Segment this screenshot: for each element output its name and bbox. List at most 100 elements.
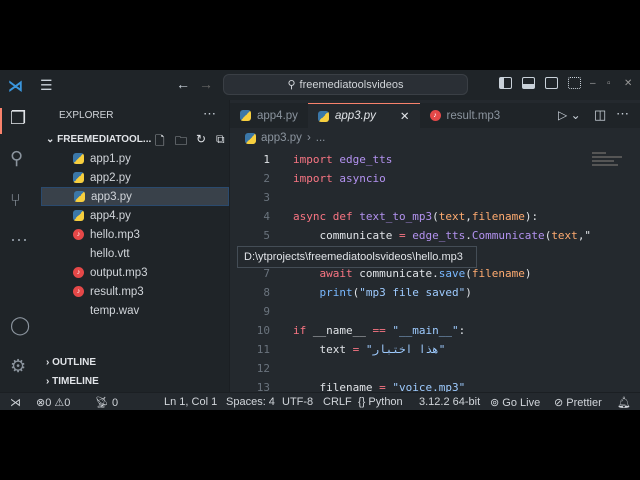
more-icon[interactable]: ⋯ [10, 230, 28, 251]
python-file-icon [318, 111, 329, 122]
tab-app4-py[interactable]: app4.py [230, 103, 308, 128]
customize-layout-icon[interactable] [568, 77, 581, 89]
line-number: 11 [230, 343, 270, 356]
file-name: hello.mp3 [90, 229, 140, 241]
timeline-section[interactable]: › TIMELINE [46, 376, 99, 387]
back-arrow-icon[interactable]: ← [176, 76, 190, 92]
braces-icon: {} [358, 396, 365, 408]
warning-icon: ⚠ [54, 397, 64, 409]
command-center-search[interactable]: ⚲ freemediatoolsvideos [223, 74, 468, 95]
file-item[interactable]: app1.py [41, 149, 229, 168]
code-line: print("mp3 file saved") [293, 286, 472, 299]
code-token: "__main__" [392, 324, 458, 337]
code-line: text = "هذا اختبار" [293, 343, 445, 356]
run-icon[interactable]: ▷ ⌄ [558, 108, 581, 122]
editor-more-icon[interactable]: ⋯ [616, 106, 629, 122]
ports-indicator[interactable]: 📡︎ 0 [95, 396, 118, 409]
search-label: freemediatoolsvideos [300, 79, 404, 91]
search-icon[interactable]: ⚲ [10, 148, 23, 169]
code-token: ) [525, 267, 532, 280]
warning-count: 0 [64, 397, 70, 409]
toggle-sidebar-icon[interactable] [499, 77, 512, 89]
forward-arrow-icon[interactable]: → [199, 76, 213, 92]
collapse-all-icon[interactable]: ⧉ [216, 132, 225, 147]
close-window-icon[interactable]: ✕ [624, 78, 632, 89]
code-token: Communicate [472, 229, 545, 242]
line-number: 1 [230, 153, 270, 166]
tab-result-mp3[interactable]: ♪result.mp3 [420, 103, 511, 128]
line-ending[interactable]: CRLF [323, 396, 352, 408]
code-token: ," [578, 229, 590, 242]
indentation[interactable]: Spaces: 4 [226, 396, 275, 408]
minimap[interactable] [592, 150, 630, 180]
close-tab-icon[interactable]: ✕ [400, 109, 410, 123]
code-token: edge_tts [412, 229, 465, 242]
settings-gear-icon[interactable]: ⚙ [10, 356, 26, 377]
split-editor-icon[interactable]: ◫ [594, 107, 606, 123]
refresh-icon[interactable]: ↻ [196, 132, 206, 146]
code-token: __name__ [313, 324, 373, 337]
code-line: import asyncio [293, 172, 386, 185]
toggle-secondary-sidebar-icon[interactable] [545, 77, 558, 89]
file-item[interactable]: temp.wav [41, 301, 229, 320]
go-live-button[interactable]: ⊚ Go Live [490, 396, 540, 409]
code-line: if __name__ == "__main__": [293, 324, 465, 337]
tab-app3-py[interactable]: app3.py✕ [308, 103, 420, 128]
toggle-panel-icon[interactable] [522, 77, 535, 89]
notifications-bell-icon[interactable]: 🔔︎ [617, 396, 631, 409]
python-file-icon [73, 210, 84, 221]
explorer-icon[interactable]: ❐ [10, 108, 26, 129]
remote-icon[interactable]: ⋊ [10, 396, 21, 409]
file-item[interactable]: app3.py [41, 187, 229, 206]
line-number: 9 [230, 305, 270, 318]
code-token: = [353, 343, 366, 356]
code-token: save [439, 267, 466, 280]
problems-indicator[interactable]: ⊗0 ⚠0 [36, 396, 70, 409]
menu-icon[interactable]: ☰ [40, 77, 53, 94]
account-icon[interactable]: ◯ [10, 315, 30, 336]
file-item[interactable]: ♪output.mp3 [41, 263, 229, 282]
code-token: filename [472, 210, 525, 223]
error-count: 0 [45, 397, 51, 409]
folder-header[interactable]: ⌄ FREEMEDIATOOL... 🗋 🗀 ↻ ⧉ [46, 134, 226, 145]
maximize-icon[interactable]: ▫ [607, 78, 611, 89]
audio-file-icon: ♪ [73, 267, 84, 278]
ports-count: 0 [112, 397, 118, 409]
code-token: "mp3 file saved" [359, 286, 465, 299]
outline-section[interactable]: › OUTLINE [46, 357, 96, 368]
code-token: text_to_mp3 [359, 210, 432, 223]
cursor-position[interactable]: Ln 1, Col 1 [164, 396, 217, 408]
encoding[interactable]: UTF-8 [282, 396, 313, 408]
code-token: filename [472, 267, 525, 280]
outline-label: OUTLINE [52, 357, 96, 368]
breadcrumb-file[interactable]: app3.py [261, 132, 302, 144]
minimize-icon[interactable]: – [590, 78, 596, 89]
code-editor[interactable]: 1import edge_tts2import asyncio34async d… [230, 150, 590, 392]
language-mode[interactable]: {} Python [358, 396, 403, 408]
line-number: 13 [230, 381, 270, 392]
prettier-button[interactable]: ⊘ Prettier [554, 396, 602, 409]
breadcrumb-symbol[interactable]: ... [316, 132, 326, 144]
file-item[interactable]: app4.py [41, 206, 229, 225]
source-control-icon[interactable]: ⑂ [10, 190, 21, 211]
code-token: ( [432, 210, 439, 223]
python-file-icon [73, 153, 84, 164]
breadcrumb: app3.py › ... [245, 132, 325, 144]
file-item[interactable]: ♪result.mp3 [41, 282, 229, 301]
file-item[interactable]: hello.vtt [41, 244, 229, 263]
prettier-label: Prettier [566, 397, 601, 409]
file-name: app2.py [90, 172, 131, 184]
file-item[interactable]: ♪ hello.mp3 [41, 225, 229, 244]
vscode-window: ⋊ ☰ ← → ⚲ freemediatoolsvideos – ▫ ✕ ❐ ⚲… [0, 70, 640, 410]
code-token: : [459, 324, 466, 337]
code-line: import edge_tts [293, 153, 392, 166]
audio-file-icon: ♪ [73, 229, 84, 240]
python-interpreter[interactable]: 3.12.2 64-bit [419, 396, 480, 408]
code-token: import [293, 172, 339, 185]
file-item[interactable]: app2.py [41, 168, 229, 187]
code-token: print [293, 286, 353, 299]
line-number: 10 [230, 324, 270, 337]
more-actions-icon[interactable]: ⋯ [203, 106, 216, 122]
activity-bar: ❐ ⚲ ⑂ ⋯ ◯ ⚙ [0, 100, 40, 392]
code-token: asyncio [339, 172, 385, 185]
